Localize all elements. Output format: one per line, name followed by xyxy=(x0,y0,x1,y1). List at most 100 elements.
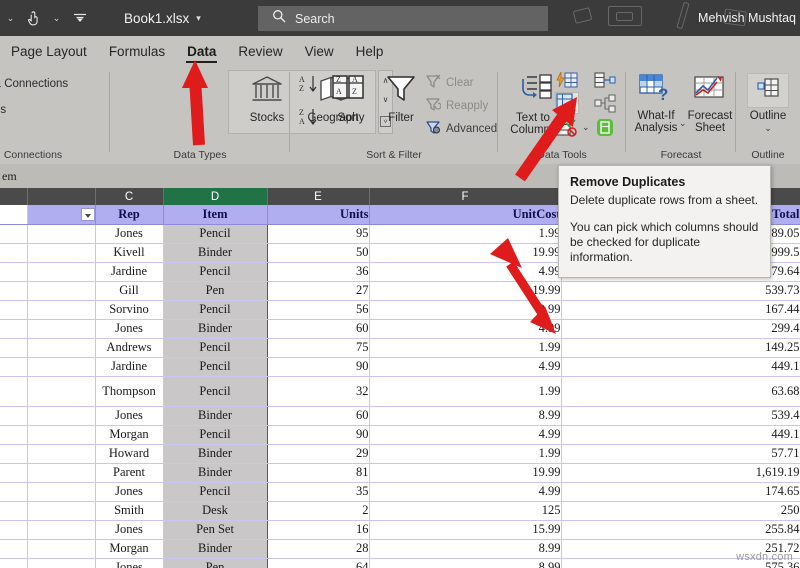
data-validation-chevron-down-icon[interactable]: ⌄ xyxy=(582,122,590,133)
relationships-button[interactable] xyxy=(594,94,616,113)
column-header-d[interactable]: D xyxy=(163,188,268,205)
filter-button[interactable]: Filter xyxy=(376,73,426,124)
cell-total[interactable]: 63.68 xyxy=(561,376,800,407)
cell-units[interactable]: 36 xyxy=(267,262,370,282)
cell-item[interactable]: Pencil xyxy=(162,376,268,407)
cell-rep[interactable]: Thompson xyxy=(95,376,164,407)
cell-rep[interactable]: Kivell xyxy=(95,243,164,263)
cell-rep[interactable]: Smith xyxy=(95,501,164,521)
quick-access-more-icon[interactable] xyxy=(71,8,88,28)
advanced-filter-command[interactable]: Advanced xyxy=(426,120,497,137)
column-header-b[interactable] xyxy=(27,188,96,205)
outline-button[interactable]: Outline ⌄ xyxy=(745,73,791,133)
cell-unitcost[interactable]: 4.99 xyxy=(369,357,562,377)
cell-unitcost[interactable]: 8.99 xyxy=(369,539,562,559)
cell-b[interactable] xyxy=(27,357,96,377)
cell-b[interactable] xyxy=(27,482,96,502)
flash-fill-button[interactable] xyxy=(556,71,578,90)
cell-rep[interactable]: Andrews xyxy=(95,338,164,358)
cell-unitcost[interactable]: 19.99 xyxy=(369,243,562,263)
column-header-f[interactable]: F xyxy=(369,188,562,205)
cell-units[interactable]: 75 xyxy=(267,338,370,358)
tab-page-layout[interactable]: Page Layout xyxy=(0,36,98,66)
cell-rep[interactable]: Jones xyxy=(95,520,164,540)
autosave-toggle-chevron-icon[interactable]: ⌄ xyxy=(2,8,19,28)
cell-total[interactable]: 174.65 xyxy=(561,482,800,502)
table-row[interactable]: Jones Binder 60 4.99 299.4 xyxy=(0,319,800,339)
cell-item[interactable]: Pencil xyxy=(162,300,268,320)
cell-item[interactable]: Binder xyxy=(162,463,268,483)
document-title-caret-icon[interactable]: ▾ xyxy=(196,13,201,24)
table-row[interactable]: Morgan Pencil 90 4.99 449.1 xyxy=(0,425,800,445)
cell-total[interactable]: 149.25 xyxy=(561,338,800,358)
table-row[interactable]: Jones Pen 64 8.99 575.36 xyxy=(0,558,800,568)
cell-item[interactable]: Pencil xyxy=(162,224,268,244)
consolidate-button[interactable] xyxy=(594,71,616,90)
cell-total[interactable]: 449.1 xyxy=(561,357,800,377)
what-if-analysis-button[interactable]: ? What-If Analysis ⌄ xyxy=(628,73,687,134)
cell-rep[interactable]: Jones xyxy=(95,319,164,339)
table-row[interactable]: Parent Binder 81 19.99 1,619.19 xyxy=(0,463,800,483)
cell-item[interactable]: Pencil xyxy=(162,357,268,377)
table-row[interactable]: Howard Binder 29 1.99 57.71 xyxy=(0,444,800,464)
cell-units[interactable]: 35 xyxy=(267,482,370,502)
cell-b[interactable] xyxy=(27,444,96,464)
table-row[interactable]: Jardine Pencil 90 4.99 449.1 xyxy=(0,357,800,377)
customize-chevron-icon[interactable]: ⌄ xyxy=(48,8,65,28)
cell-total[interactable]: 250 xyxy=(561,501,800,521)
tab-view[interactable]: View xyxy=(294,36,345,66)
cell-item[interactable]: Pencil xyxy=(162,482,268,502)
cell-total[interactable]: 299.4 xyxy=(561,319,800,339)
cell-rep[interactable]: Sorvino xyxy=(95,300,164,320)
cell-total[interactable]: 57.71 xyxy=(561,444,800,464)
cell-rep[interactable]: Parent xyxy=(95,463,164,483)
tab-review[interactable]: Review xyxy=(227,36,293,66)
cell-units[interactable]: 60 xyxy=(267,406,370,426)
cell-unitcost[interactable]: 19.99 xyxy=(369,463,562,483)
table-row[interactable]: Sorvino Pencil 56 2.99 167.44 xyxy=(0,300,800,320)
cell-unitcost[interactable]: 8.99 xyxy=(369,406,562,426)
cell-rep[interactable]: Jardine xyxy=(95,357,164,377)
data-validation-button[interactable] xyxy=(556,118,578,137)
cell-unitcost[interactable]: 19.99 xyxy=(369,281,562,301)
cell-units[interactable]: 29 xyxy=(267,444,370,464)
cell-unitcost[interactable]: 4.99 xyxy=(369,319,562,339)
cell-rep[interactable]: Morgan xyxy=(95,425,164,445)
cell-rep[interactable]: Jones xyxy=(95,224,164,244)
document-title[interactable]: Book1.xlsx ▾ xyxy=(124,0,201,36)
sort-ascending-button[interactable]: A Z xyxy=(298,73,320,100)
user-account-name[interactable]: Mehvish Mushtaq xyxy=(698,0,796,36)
cell-unitcost[interactable]: 15.99 xyxy=(369,520,562,540)
sort-button[interactable]: Z A A Z Sort xyxy=(324,73,372,124)
cell-total[interactable]: 449.1 xyxy=(561,425,800,445)
table-row[interactable]: Jones Pen Set 16 15.99 255.84 xyxy=(0,520,800,540)
header-cell-rep[interactable]: Rep xyxy=(95,205,164,225)
cell-item[interactable]: Desk xyxy=(162,501,268,521)
manage-data-model-button[interactable] xyxy=(594,118,616,137)
queries-and-connections-command[interactable]: es & Connections xyxy=(0,78,68,90)
cell-total[interactable]: 167.44 xyxy=(561,300,800,320)
cell-b[interactable] xyxy=(27,376,96,407)
cell-item[interactable]: Pencil xyxy=(162,425,268,445)
cell-units[interactable]: 50 xyxy=(267,243,370,263)
cell-units[interactable]: 64 xyxy=(267,558,370,568)
cell-unitcost[interactable]: 125 xyxy=(369,501,562,521)
cell-units[interactable]: 90 xyxy=(267,425,370,445)
cell-units[interactable]: 81 xyxy=(267,463,370,483)
cell-unitcost[interactable]: 4.99 xyxy=(369,425,562,445)
cell-units[interactable]: 28 xyxy=(267,539,370,559)
cell-total[interactable]: 539.4 xyxy=(561,406,800,426)
cell-units[interactable]: 32 xyxy=(267,376,370,407)
cell-rep[interactable]: Jones xyxy=(95,482,164,502)
table-row[interactable]: Smith Desk 2 125 250 xyxy=(0,501,800,521)
table-row[interactable]: Andrews Pencil 75 1.99 149.25 xyxy=(0,338,800,358)
cell-unitcost[interactable]: 1.99 xyxy=(369,444,562,464)
remove-duplicates-button[interactable] xyxy=(555,92,579,114)
cell-item[interactable]: Pen xyxy=(162,281,268,301)
cell-units[interactable]: 27 xyxy=(267,281,370,301)
tab-help[interactable]: Help xyxy=(345,36,395,66)
cell-b[interactable] xyxy=(27,281,96,301)
column-header-corner[interactable] xyxy=(0,188,28,205)
cell-b[interactable] xyxy=(27,463,96,483)
cell-rep[interactable]: Jones xyxy=(95,406,164,426)
